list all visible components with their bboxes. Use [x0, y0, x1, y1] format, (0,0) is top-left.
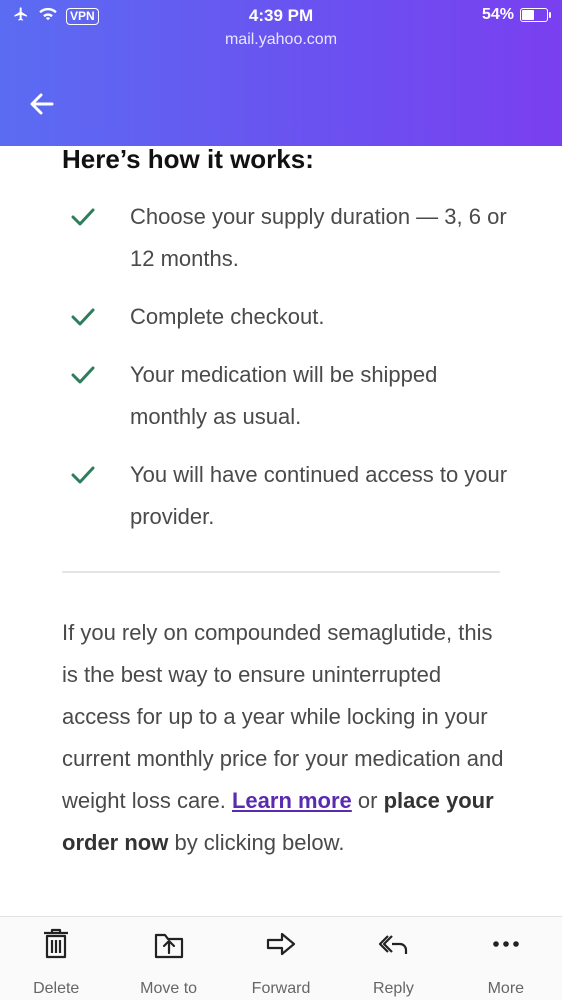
delete-label: Delete	[33, 980, 80, 997]
list-item: You will have continued access to your p…	[70, 454, 510, 538]
status-bar: VPN 4:39 PM 54%	[0, 0, 562, 34]
step-text: Complete checkout.	[130, 304, 325, 329]
url-bar[interactable]: mail.yahoo.com	[0, 31, 562, 49]
bottom-toolbar: Delete Move to Forward Reply More	[0, 916, 562, 1000]
move-to-label: Move to	[140, 980, 198, 997]
list-item: Choose your supply duration — 3, 6 or 12…	[70, 196, 510, 280]
steps-list: Choose your supply duration — 3, 6 or 12…	[70, 196, 510, 554]
check-icon	[70, 196, 130, 233]
reply-label: Reply	[372, 980, 414, 997]
step-text: You will have continued access to your p…	[130, 462, 508, 529]
learn-more-link[interactable]: Learn more	[232, 788, 352, 813]
body-paragraph: If you rely on compounded semaglutide, t…	[62, 612, 512, 864]
status-right: 54%	[481, 6, 551, 24]
paragraph-text-mid: or	[351, 788, 384, 813]
move-to-folder-icon	[152, 927, 186, 966]
app-header: VPN 4:39 PM 54% mail.yahoo.com	[0, 0, 562, 146]
status-time: 4:39 PM	[248, 6, 314, 25]
reply-button[interactable]: Reply	[337, 917, 449, 1000]
forward-button[interactable]: Forward	[225, 917, 337, 1000]
delete-button[interactable]: Delete	[0, 917, 112, 1000]
more-label: More	[487, 980, 525, 997]
more-dots-icon	[489, 927, 523, 966]
more-button[interactable]: More	[450, 917, 562, 1000]
check-icon	[70, 354, 130, 391]
check-icon	[70, 454, 130, 491]
trash-icon	[39, 927, 73, 966]
step-text: Your medication will be shipped monthly …	[130, 362, 438, 429]
back-arrow-icon[interactable]	[28, 90, 56, 118]
battery-fill	[522, 10, 534, 20]
battery-icon	[520, 8, 551, 22]
paragraph-text: If you rely on compounded semaglutide, t…	[62, 620, 504, 813]
battery-percent: 54%	[481, 6, 514, 23]
email-body: Here’s how it works: Choose your supply …	[0, 146, 562, 916]
forward-arrow-icon	[264, 927, 298, 966]
list-item: Complete checkout.	[70, 296, 510, 338]
forward-label: Forward	[251, 980, 311, 997]
divider	[62, 571, 500, 573]
paragraph-text-end: by clicking below.	[168, 830, 345, 855]
reply-all-icon	[376, 927, 410, 966]
step-text: Choose your supply duration — 3, 6 or 12…	[130, 204, 507, 271]
move-to-button[interactable]: Move to	[112, 917, 224, 1000]
check-icon	[70, 296, 130, 333]
section-heading: Here’s how it works:	[62, 146, 314, 174]
list-item: Your medication will be shipped monthly …	[70, 354, 510, 438]
